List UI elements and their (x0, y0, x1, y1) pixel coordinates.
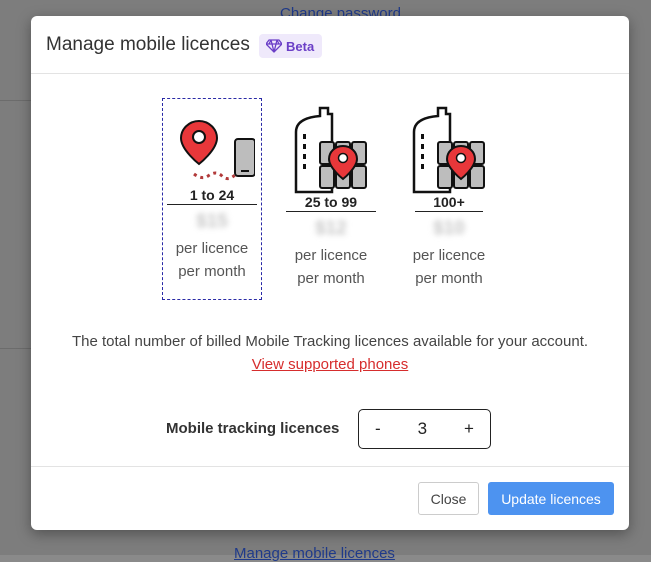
tier-unit: per licence per month (282, 244, 380, 290)
tier-unit: per licence per month (163, 237, 261, 283)
tier-unit: per licence per month (400, 244, 498, 290)
licence-count-label: Mobile tracking licences (166, 420, 340, 437)
modal-header: Manage mobile licences Beta (31, 16, 629, 74)
licence-count-value[interactable]: 3 (418, 419, 427, 439)
tier-range: 100+ (415, 194, 483, 212)
tier-unit-line1: per licence (412, 247, 486, 264)
diamond-icon (266, 39, 282, 53)
tier-unit-line1: per licence (175, 240, 249, 257)
footer-divider (31, 466, 629, 467)
divider (0, 100, 31, 101)
tier-25-to-99[interactable]: 25 to 99 $12 per licence per month (282, 98, 380, 290)
close-button[interactable]: Close (418, 482, 479, 515)
licence-description: The total number of billed Mobile Tracki… (71, 333, 589, 350)
increment-button[interactable]: + (464, 419, 474, 439)
manage-licences-modal: Manage mobile licences Beta 1 to 24 $15 … (31, 16, 629, 530)
tier-1-to-24[interactable]: 1 to 24 $15 per licence per month (162, 98, 262, 300)
tier-100-plus[interactable]: 100+ $10 per licence per month (400, 98, 498, 290)
licence-count-stepper[interactable]: - 3 + (358, 409, 491, 449)
modal-title: Manage mobile licences (46, 34, 250, 55)
tier-price: $15 (196, 211, 228, 232)
tier-unit-line2: per month (178, 263, 246, 280)
tier-unit-line2: per month (415, 270, 483, 287)
update-licences-button[interactable]: Update licences (488, 482, 614, 515)
building-fleet-pin-icon (294, 106, 367, 194)
decrement-button[interactable]: - (375, 419, 381, 439)
beta-label: Beta (286, 38, 315, 54)
tier-unit-line2: per month (297, 270, 365, 287)
building-fleet-pin-icon (412, 106, 485, 194)
divider (0, 348, 31, 349)
beta-badge: Beta (259, 34, 323, 58)
tier-range: 25 to 99 (286, 194, 376, 212)
manage-mobile-licences-link[interactable]: Manage mobile licences (234, 545, 395, 562)
view-supported-phones-link[interactable]: View supported phones (31, 356, 629, 373)
pin-and-phone-icon (179, 119, 255, 181)
tier-unit-line1: per licence (294, 247, 368, 264)
tier-range: 1 to 24 (167, 187, 257, 205)
tier-price: $12 (315, 218, 347, 239)
tier-price: $10 (433, 218, 465, 239)
